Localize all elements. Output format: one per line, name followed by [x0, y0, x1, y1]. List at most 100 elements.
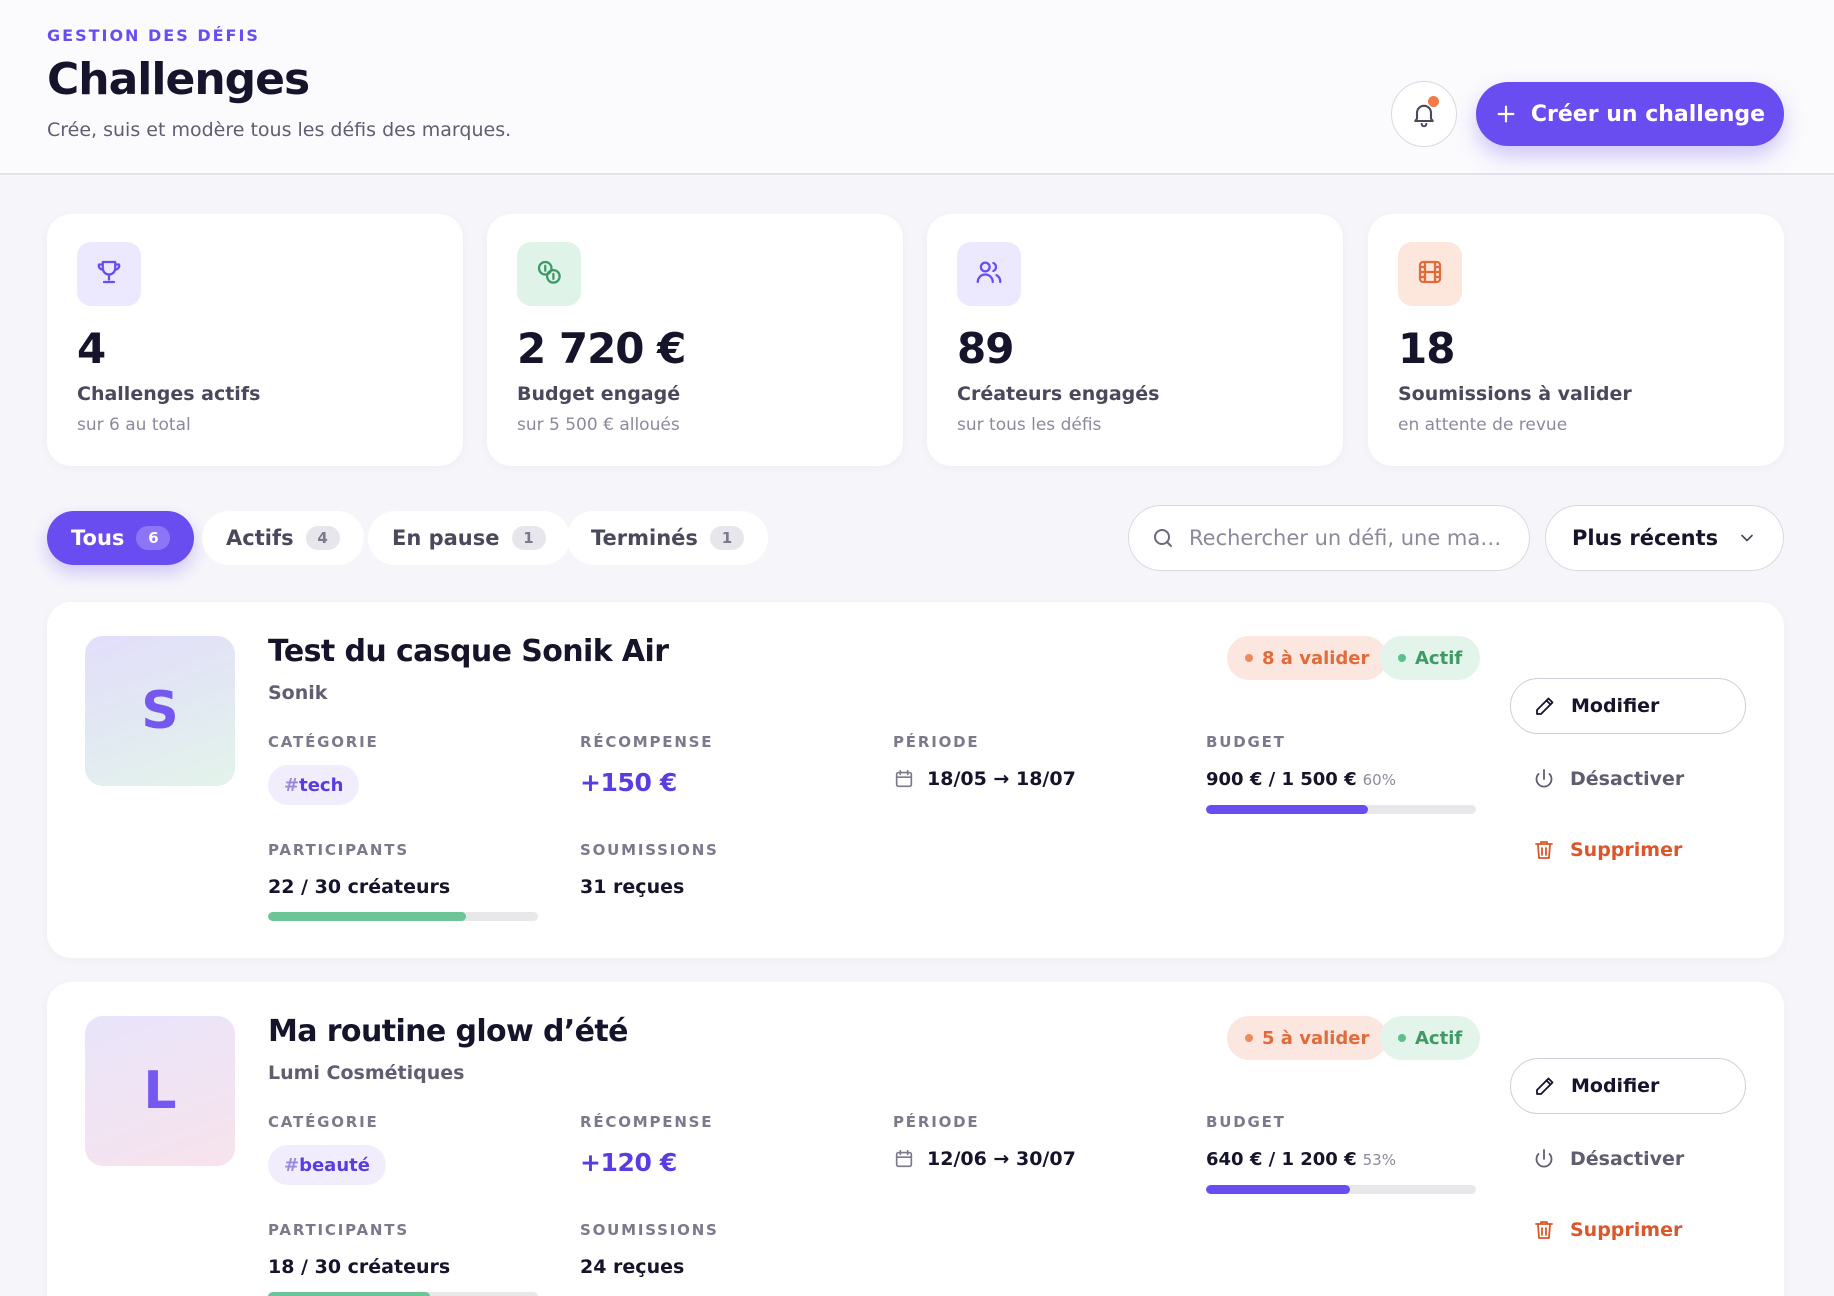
power-icon [1535, 769, 1553, 788]
deactivate-button[interactable]: Désactiver [1532, 767, 1684, 791]
trash-icon [1535, 841, 1553, 859]
edit-button[interactable]: Modifier [1510, 1058, 1746, 1114]
search-input[interactable]: Rechercher un défi, une marque… [1189, 526, 1505, 550]
hash-symbol: # [284, 774, 300, 796]
film-icon [1415, 257, 1445, 291]
edit-label: Modifier [1571, 1075, 1660, 1097]
status-badge: Actif [1380, 636, 1481, 680]
edit-label: Modifier [1571, 695, 1660, 717]
deactivate-button[interactable]: Désactiver [1532, 1147, 1684, 1171]
stat-card: 89 Créateurs engagés sur tous les défis [927, 214, 1343, 466]
pencil-icon [1536, 1077, 1554, 1095]
page-eyebrow: GESTION DES DÉFIS [47, 26, 260, 45]
participants-progress-bar [268, 1292, 538, 1296]
sort-select[interactable]: Plus récents [1545, 505, 1784, 571]
status-dot [1398, 654, 1406, 662]
plus-icon [1497, 105, 1515, 123]
stat-label: Soumissions à valider [1398, 383, 1632, 405]
budget-percent: 53% [1362, 1151, 1396, 1169]
stat-icon-badge [517, 242, 581, 306]
filter-tab-count: 1 [511, 526, 546, 550]
pending-label: 8 à valider [1262, 647, 1370, 669]
participants-progress-fill [268, 1292, 430, 1296]
period-text: 12/06 → 30/07 [927, 1148, 1076, 1170]
delete-button[interactable]: Supprimer [1532, 1218, 1682, 1242]
budget-progress-bar [1206, 805, 1476, 814]
filter-tab-label: Tous [71, 526, 125, 550]
filter-tab-count: 4 [305, 526, 340, 550]
budget-label: BUDGET [1206, 1113, 1286, 1131]
filter-tab[interactable]: Actifs 4 [202, 511, 364, 565]
filter-tab-count: 6 [136, 526, 171, 550]
challenge-title[interactable]: Ma routine glow d’été [268, 1014, 629, 1049]
create-challenge-button[interactable]: Créer un challenge [1476, 82, 1784, 146]
reward-value: +120 € [580, 1148, 677, 1177]
page-header: GESTION DES DÉFIS Challenges Crée, suis … [0, 0, 1834, 175]
create-challenge-label: Créer un challenge [1530, 101, 1766, 127]
trophy-icon [94, 257, 124, 291]
hash-symbol: # [284, 1154, 300, 1176]
reward-label: RÉCOMPENSE [580, 1113, 714, 1131]
stat-value: 2 720 € [517, 324, 686, 373]
filter-tab[interactable]: En pause 1 [368, 511, 570, 565]
deactivate-label: Désactiver [1570, 1148, 1685, 1170]
challenge-brand: Sonik [268, 682, 328, 704]
filter-tab[interactable]: Terminés 1 [567, 511, 768, 565]
brand-avatar: S [85, 636, 235, 786]
category-value: beauté [299, 1154, 370, 1176]
brand-avatar: L [85, 1016, 235, 1166]
status-badge: Actif [1380, 1016, 1481, 1060]
search-field[interactable]: Rechercher un défi, une marque… [1128, 505, 1530, 571]
submissions-label: SOUMISSIONS [580, 841, 719, 859]
page-subtitle: Crée, suis et modère tous les défis des … [47, 119, 512, 141]
users-icon [974, 257, 1004, 291]
edit-button[interactable]: Modifier [1510, 678, 1746, 734]
deactivate-label: Désactiver [1570, 768, 1685, 790]
coins-icon [534, 257, 564, 291]
delete-label: Supprimer [1570, 1219, 1683, 1241]
pending-dot [1245, 1034, 1253, 1042]
category-tag[interactable]: # beauté [268, 1145, 386, 1185]
stat-icon-badge [957, 242, 1021, 306]
pending-label: 5 à valider [1262, 1027, 1370, 1049]
notification-dot [1428, 96, 1439, 107]
filter-tab-label: En pause [392, 526, 500, 550]
challenge-title[interactable]: Test du casque Sonik Air [268, 634, 669, 669]
pending-badge: 8 à valider [1227, 636, 1388, 680]
notifications-button[interactable] [1391, 81, 1457, 147]
reward-label: RÉCOMPENSE [580, 733, 714, 751]
period-label: PÉRIODE [893, 1113, 980, 1131]
stat-subtext: sur 6 au total [77, 415, 191, 435]
stat-subtext: sur tous les défis [957, 415, 1102, 435]
budget-progress-fill [1206, 1185, 1350, 1194]
participants-value: 22 / 30 créateurs [268, 876, 451, 898]
stat-label: Budget engagé [517, 383, 681, 405]
page-title: Challenges [47, 54, 310, 105]
participants-label: PARTICIPANTS [268, 1221, 409, 1239]
stat-card: 4 Challenges actifs sur 6 au total [47, 214, 463, 466]
filter-tab[interactable]: Tous 6 [47, 511, 195, 565]
submissions-value: 31 reçues [580, 876, 685, 898]
category-tag[interactable]: # tech [268, 765, 360, 805]
challenge-card: S Test du casque Sonik Air Sonik 8 à val… [47, 602, 1784, 958]
stat-label: Challenges actifs [77, 383, 261, 405]
search-icon [1154, 529, 1172, 547]
participants-progress-bar [268, 912, 538, 921]
pending-badge: 5 à valider [1227, 1016, 1388, 1060]
status-label: Actif [1415, 647, 1463, 669]
stat-label: Créateurs engagés [957, 383, 1160, 405]
challenge-brand: Lumi Cosmétiques [268, 1062, 465, 1084]
stat-value: 18 [1398, 324, 1455, 373]
stat-icon-badge [77, 242, 141, 306]
pencil-icon [1536, 697, 1554, 715]
trash-icon [1535, 1221, 1553, 1239]
category-value: tech [299, 774, 344, 796]
stat-icon-badge [1398, 242, 1462, 306]
submissions-label: SOUMISSIONS [580, 1221, 719, 1239]
sort-value: Plus récents [1572, 526, 1719, 550]
delete-button[interactable]: Supprimer [1532, 838, 1682, 862]
budget-progress-bar [1206, 1185, 1476, 1194]
category-label: CATÉGORIE [268, 733, 379, 751]
filter-tab-label: Terminés [591, 526, 698, 550]
calendar-icon [895, 1149, 913, 1168]
